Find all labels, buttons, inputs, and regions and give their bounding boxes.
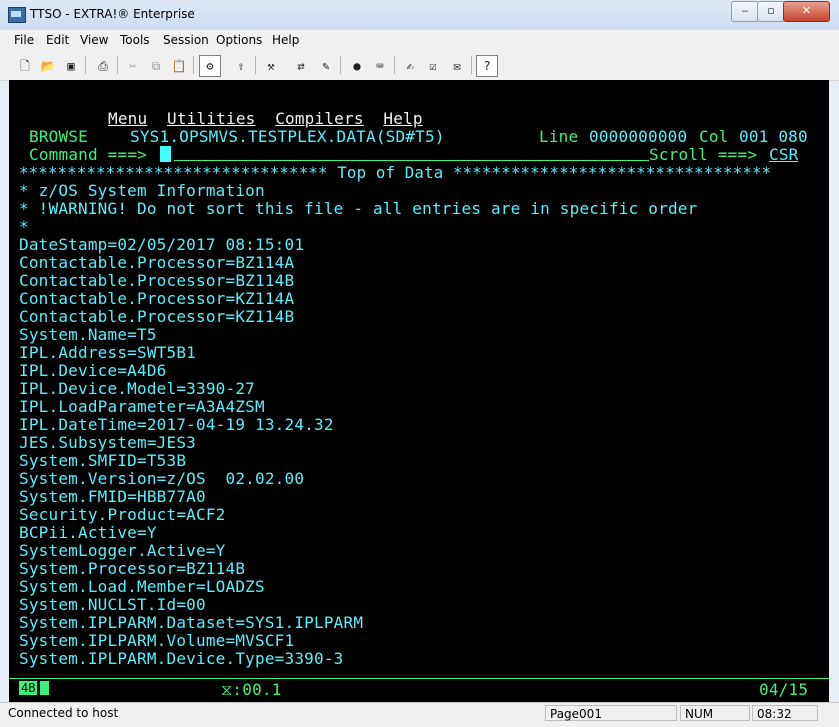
ispf-menu-utilities[interactable]: Utilities [167,109,256,128]
status-bar: Connected to host Page001 NUM 08:32 [0,702,839,727]
oia-response-timer: ⧖:00.1 [221,680,282,699]
menu-bar: File Edit View Tools Session Options Hel… [0,30,839,50]
quickpad-icon[interactable]: ✍ [399,55,421,77]
tools-icon[interactable]: ⚒ [260,55,282,77]
data-line: Contactable.Processor=BZ114B [19,271,295,290]
ispf-menu-compilers[interactable]: Compilers [275,109,364,128]
ispf-menu-help[interactable]: Help [383,109,422,128]
data-line: System.IPLPARM.Dataset=SYS1.IPLPARM [19,613,364,632]
page-indicator: Page001 [545,705,677,721]
copy-icon[interactable]: ⧉ [145,55,167,77]
close-button[interactable]: ✕ [783,1,830,22]
display-icon[interactable]: ☑ [422,55,444,77]
data-line: System.IPLPARM.Device.Type=3390-3 [19,649,344,668]
line-value: 0000000000 [589,127,688,146]
col-label: Col [699,127,729,146]
data-line: DateStamp=02/05/2017 08:15:01 [19,235,305,254]
toolbar-separator [394,56,395,74]
data-line: System.SMFID=T53B [19,451,187,470]
data-line: SystemLogger.Active=Y [19,541,226,560]
data-line: Contactable.Processor=KZ114B [19,307,295,326]
transfer-icon[interactable]: ⇄ [290,55,312,77]
terminal-app-icon [8,7,26,23]
maximize-button[interactable]: ▫ [757,1,785,22]
text-cursor [160,146,171,162]
title-bar: TTSO - EXTRA!® Enterprise ‒ ▫ ✕ [0,0,839,31]
command-input[interactable] [174,160,649,161]
toolbar-separator [85,56,86,74]
print-icon[interactable]: ⎙ [92,55,114,77]
data-line: JES.Subsystem=JES3 [19,433,196,452]
col-value: 001 080 [739,127,808,146]
toolbar: 🗋 📂 ▣ ⎙ ✂ ⧉ 📋 ⚙ ⇪ ⚒ ⇄ ✎ ● ⌨ ✍ ☑ ✉ ? [0,50,839,81]
data-line: System.Processor=BZ114B [19,559,246,578]
top-of-data-marker: ******************************** Top of … [19,163,772,182]
data-line: * [19,217,29,236]
play-icon[interactable]: ⌨ [369,55,391,77]
clock: 08:32 [752,705,818,721]
keyboard-icon[interactable]: ✉ [446,55,468,77]
help-icon[interactable]: ? [476,55,498,77]
data-line: System.FMID=HBB77A0 [19,487,206,506]
save-icon[interactable]: ▣ [60,55,82,77]
dataset-name: SYS1.OPSMVS.TESTPLEX.DATA(SD#T5) [130,127,445,146]
menu-tools[interactable]: Tools [120,33,150,47]
data-line: IPL.LoadParameter=A3A4ZSM [19,397,265,416]
data-line: IPL.DateTime=2017-04-19 13.24.32 [19,415,334,434]
scroll-label: Scroll ===> [649,145,758,164]
oia-divider [9,678,829,679]
minimize-button[interactable]: ‒ [731,1,759,22]
toolbar-separator [255,56,256,74]
data-line: Contactable.Processor=BZ114A [19,253,295,272]
oia-status-block [40,681,49,695]
line-label: Line [539,127,579,146]
toolbar-separator [193,56,194,74]
window-title: TTSO - EXTRA!® Enterprise [30,7,195,21]
data-line: System.NUCLST.Id=00 [19,595,206,614]
data-line: System.Load.Member=LOADZS [19,577,265,596]
cut-icon[interactable]: ✂ [122,55,144,77]
browse-label: BROWSE [29,127,88,146]
toolbar-separator [117,56,118,74]
paste-icon[interactable]: 📋 [168,55,190,77]
data-line: Contactable.Processor=KZ114A [19,289,295,308]
terminal-screen[interactable]: Menu Utilities Compilers Help BROWSE SYS… [9,80,829,702]
data-line: Security.Product=ACF2 [19,505,226,524]
data-line: BCPii.Active=Y [19,523,157,542]
data-line: IPL.Address=SWT5B1 [19,343,196,362]
toolbar-separator [340,56,341,74]
menu-options[interactable]: Options [216,33,262,47]
ispf-menu-menu[interactable]: Menu [108,109,147,128]
connection-status: Connected to host [8,706,119,720]
menu-file[interactable]: File [14,33,34,47]
scroll-amount[interactable]: CSR [769,146,799,164]
data-line: System.Version=z/OS 02.02.00 [19,469,305,488]
data-line: IPL.Device=A4D6 [19,361,167,380]
menu-edit[interactable]: Edit [46,33,69,47]
data-line: IPL.Device.Model=3390-27 [19,379,255,398]
toolbar-separator [471,56,472,74]
edit-icon[interactable]: ✎ [315,55,337,77]
record-icon[interactable]: ● [346,55,368,77]
export-icon[interactable]: ⇪ [230,55,252,77]
menu-session[interactable]: Session [163,33,209,47]
data-line: System.IPLPARM.Volume=MVSCF1 [19,631,295,650]
menu-view[interactable]: View [80,33,108,47]
extra-window: TTSO - EXTRA!® Enterprise ‒ ▫ ✕ File Edi… [0,0,839,727]
command-label: Command ===> [29,145,147,164]
oia-session-indicator: 4B [19,681,38,695]
numlock-indicator: NUM [680,705,750,721]
new-icon[interactable]: 🗋 [14,55,36,77]
data-line: System.Name=T5 [19,325,157,344]
data-line: * !WARNING! Do not sort this file - all … [19,199,698,218]
macro-icon[interactable]: ⚙ [199,55,221,77]
menu-help[interactable]: Help [272,33,299,47]
open-icon[interactable]: 📂 [37,55,59,77]
oia-cursor-position: 04/15 [759,680,809,699]
data-line: * z/OS System Information [19,181,265,200]
